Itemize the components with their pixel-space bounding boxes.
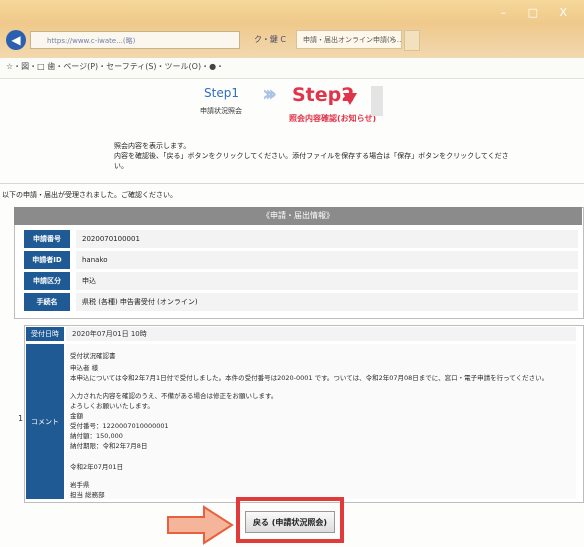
address-controls[interactable]: ク・鍵 C (254, 34, 286, 45)
browser-titlebar (0, 0, 584, 58)
tab-close-icon[interactable]: × (388, 31, 396, 48)
intro-line: 内容を確認後、「戻る」ボタンをクリックしてください。添付ファイルを保存する場合は… (114, 152, 509, 160)
window-controls[interactable]: – □ X (501, 6, 576, 19)
step1-label: Step1 (204, 86, 239, 100)
divider (0, 183, 584, 184)
browser-back-icon[interactable]: ◀ (6, 30, 26, 50)
comment-line: 岩手県 (70, 481, 90, 489)
info-row-value: 申込 (76, 272, 578, 290)
comment-line: 入力された内容を確認のうえ、不備がある場合は修正をお願いします。 (70, 392, 278, 400)
browser-tab[interactable]: 申請・届出オンライン申請(ら… × (296, 30, 402, 49)
info-row: 申請番号 2020070100001 (24, 230, 580, 248)
comment-line: よろしくお願いいたします。 (70, 402, 154, 410)
step2-sublabel: 照会内容確認(お知らせ) (289, 114, 377, 123)
comment-line: 担当 総務部 (70, 491, 105, 499)
info-row-value: hanako (76, 251, 578, 269)
address-bar[interactable]: https://www.c-iwate...(略) (30, 31, 240, 49)
highlight-arrow-icon (167, 505, 234, 545)
info-row: 申請区分 申込 (24, 272, 580, 290)
comment-marker: 1 (18, 414, 24, 423)
new-tab-button[interactable] (404, 30, 420, 51)
tab-title: 申請・届出オンライン申請(ら… (303, 36, 402, 44)
current-step-marker-icon (343, 93, 357, 105)
comment-label: コメント (26, 344, 64, 499)
command-bar-items[interactable]: ☆・図・□ 歯・ページ(P)・セーフティ(S)・ツール(O)・●・ (6, 61, 224, 72)
info-row: 申請者ID hanako (24, 251, 580, 269)
comment-line: 受付番号：1220007010000001 (70, 422, 169, 430)
info-row: 手続名 県税 (各種) 申告書受付 (オンライン) (24, 293, 580, 311)
date-value: 2020年07月01日 10時 (66, 327, 576, 341)
date-label: 受付日時 (26, 327, 64, 341)
info-row-label: 申請者ID (24, 251, 70, 269)
intro-line: い。 (114, 162, 128, 170)
info-row-label: 申請区分 (24, 272, 70, 290)
info-row-label: 手続名 (24, 293, 70, 311)
comment-line: 本申込については令和2年7月1日付で受付しました。本件の受付番号は2020-00… (70, 374, 549, 382)
comment-line: 金額 (70, 412, 83, 420)
comment-line: 納付期限：令和2年7月8日 (70, 442, 148, 450)
back-to-status-button[interactable]: 戻る (申請状況照会) (245, 511, 335, 533)
notice-text: 以下の申請・届出が受理されました。ご確認ください。 (2, 191, 177, 199)
step1-sublabel: 申請状況照会 (200, 107, 242, 115)
comment-line: 申込者 様 (70, 364, 99, 372)
info-row-label: 申請番号 (24, 230, 70, 248)
intro-line: 照会内容を表示します。 (114, 142, 191, 150)
info-row-value: 2020070100001 (76, 230, 578, 248)
step-chevron-icon: ››› (262, 82, 277, 107)
info-row-value: 県税 (各種) 申告書受付 (オンライン) (76, 293, 578, 311)
comment-line: 受付状況確認書 (70, 352, 116, 360)
next-step-placeholder (371, 86, 383, 116)
comment-line: 令和2年07月01日 (70, 463, 124, 471)
panel-title: 《申請・届出情報》 (14, 207, 582, 225)
comment-line: 納付額：150,000 (70, 432, 123, 440)
